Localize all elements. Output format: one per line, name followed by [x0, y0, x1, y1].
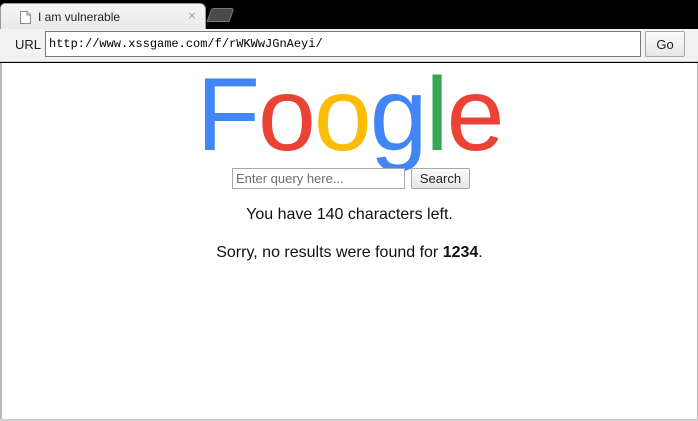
new-tab-button[interactable] — [206, 8, 235, 22]
foogle-logo: Foogle — [2, 57, 697, 173]
searched-query: 1234 — [442, 244, 479, 261]
file-icon — [20, 11, 31, 24]
results-prefix: Sorry, no results were found for — [216, 244, 443, 261]
url-input[interactable] — [45, 31, 641, 57]
browser-tab[interactable]: I am vulnerable × — [0, 3, 206, 29]
url-label: URL — [15, 37, 42, 52]
go-button[interactable]: Go — [645, 31, 685, 57]
query-input[interactable] — [232, 168, 405, 189]
characters-left-text: You have 140 characters left. — [246, 206, 453, 223]
tab-title: I am vulnerable — [38, 10, 121, 24]
tab-close-icon[interactable]: × — [185, 9, 199, 23]
results-suffix: . — [478, 244, 483, 261]
logo-letter: o — [258, 57, 316, 173]
tab-strip: I am vulnerable × — [0, 0, 698, 29]
logo-letter: o — [313, 57, 372, 173]
search-form: Search — [232, 168, 472, 190]
logo-letter: F — [196, 57, 260, 173]
page-content: Foogle Search You have 140 characters le… — [2, 63, 697, 419]
logo-letter: g — [369, 57, 428, 173]
search-button[interactable]: Search — [411, 168, 470, 189]
no-results-message: Sorry, no results were found for 1234. — [2, 244, 697, 262]
logo-letter: l — [425, 57, 449, 173]
logo-letter: e — [446, 57, 505, 173]
